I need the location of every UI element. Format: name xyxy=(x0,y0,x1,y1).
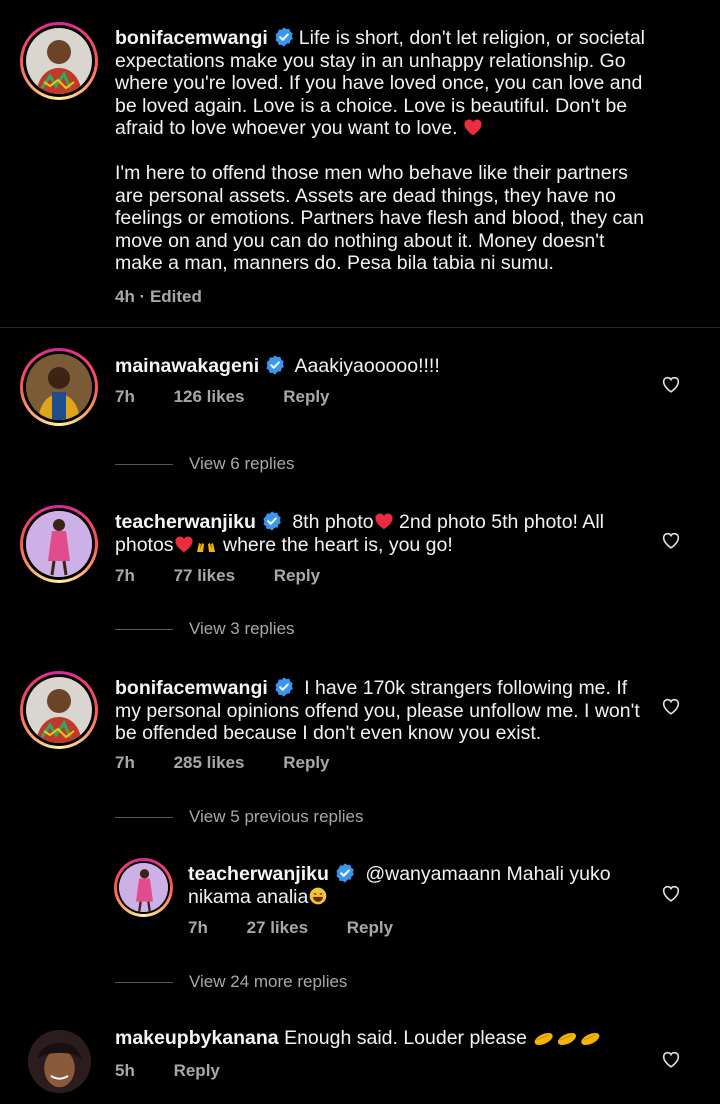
red-heart-icon xyxy=(174,535,194,553)
username[interactable]: bonifacemwangi xyxy=(115,677,268,699)
verified-icon xyxy=(273,26,295,48)
caption-meta: 4h · Edited xyxy=(115,287,202,306)
divider xyxy=(115,981,173,983)
reply-button[interactable]: Reply xyxy=(283,387,329,406)
person-photo xyxy=(119,863,168,912)
comment-time: 7h xyxy=(115,753,135,772)
username[interactable]: makeupbykanana xyxy=(115,1027,279,1049)
verified-icon xyxy=(273,676,295,698)
username[interactable]: mainawakageni xyxy=(115,355,259,377)
comment-text: Aaakiyaooooo!!!! xyxy=(294,355,440,377)
view-replies-label: View 3 replies xyxy=(189,619,295,638)
person-photo xyxy=(36,40,82,94)
clapping-hands-icon xyxy=(532,1029,603,1047)
comment-time: 7h xyxy=(115,566,135,585)
divider xyxy=(115,816,173,818)
reply-button[interactable]: Reply xyxy=(174,1061,220,1080)
reply-button[interactable]: Reply xyxy=(283,753,329,772)
caption-text-2: I'm here to offend those men who behave … xyxy=(115,161,644,275)
avatar[interactable] xyxy=(20,348,98,426)
view-replies-button[interactable]: View 5 previous replies xyxy=(115,807,364,827)
like-count[interactable]: 77 likes xyxy=(174,566,235,585)
like-count[interactable]: 285 likes xyxy=(174,753,245,772)
view-replies-button[interactable]: View 6 replies xyxy=(115,454,295,474)
like-count[interactable]: 126 likes xyxy=(174,387,245,406)
like-heart-icon[interactable] xyxy=(660,529,682,551)
divider xyxy=(115,628,173,630)
comment-time: 7h xyxy=(188,918,208,937)
avatar[interactable] xyxy=(20,505,98,583)
reply-button[interactable]: Reply xyxy=(347,918,393,937)
comment-text: Enough said. Louder please xyxy=(284,1027,527,1049)
like-count[interactable]: 27 likes xyxy=(247,918,308,937)
reply-button[interactable]: Reply xyxy=(274,566,320,585)
verified-icon xyxy=(264,354,286,376)
person-photo xyxy=(26,354,92,420)
username[interactable]: teacherwanjiku xyxy=(188,863,329,885)
person-photo xyxy=(28,1030,91,1093)
view-replies-label: View 6 replies xyxy=(189,454,295,473)
like-heart-icon[interactable] xyxy=(660,695,682,717)
like-heart-icon[interactable] xyxy=(660,373,682,395)
person-photo xyxy=(36,689,82,743)
avatar[interactable] xyxy=(20,22,98,100)
like-heart-icon[interactable] xyxy=(660,1048,682,1070)
avatar[interactable] xyxy=(114,858,173,917)
person-photo xyxy=(26,511,92,577)
avatar[interactable] xyxy=(28,1030,91,1093)
divider xyxy=(0,327,720,328)
divider xyxy=(115,463,173,465)
view-replies-button[interactable]: View 3 replies xyxy=(115,619,295,639)
avatar[interactable] xyxy=(20,671,98,749)
view-replies-label: View 5 previous replies xyxy=(189,807,364,826)
verified-icon xyxy=(261,510,283,532)
view-replies-button[interactable]: View 24 more replies xyxy=(115,972,347,992)
comment-time: 5h xyxy=(115,1061,135,1080)
raised-hands-icon xyxy=(194,536,218,554)
comment-text-c: where the heart is, you go! xyxy=(217,533,453,556)
comment-time: 7h xyxy=(115,387,135,406)
comment-text-a: 8th photo xyxy=(292,511,374,533)
red-heart-icon xyxy=(463,118,483,136)
verified-icon xyxy=(334,862,356,884)
red-heart-icon xyxy=(374,512,394,530)
laughing-face-icon xyxy=(308,886,328,906)
like-heart-icon[interactable] xyxy=(660,882,682,904)
username[interactable]: bonifacemwangi xyxy=(115,27,268,49)
username[interactable]: teacherwanjiku xyxy=(115,511,256,533)
view-replies-label: View 24 more replies xyxy=(189,972,348,991)
